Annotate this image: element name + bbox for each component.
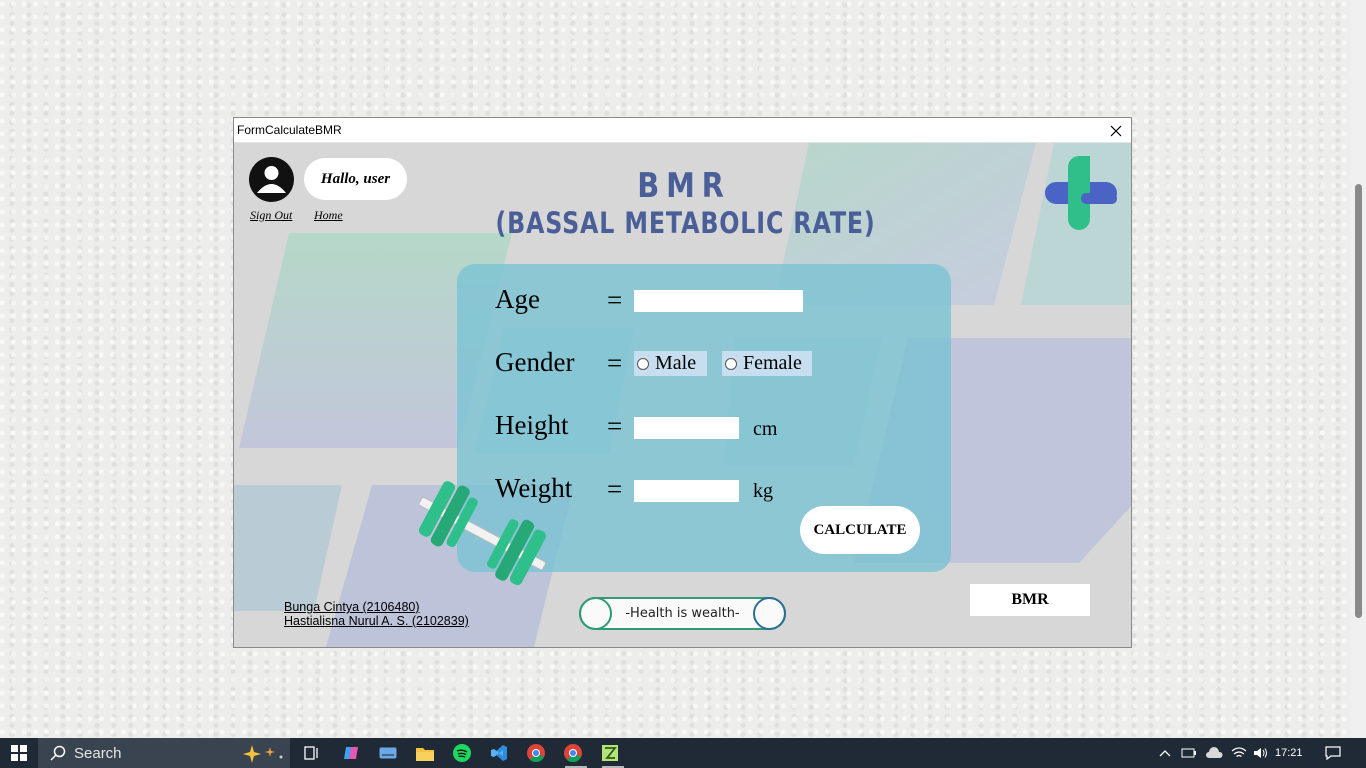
search-icon	[50, 745, 66, 761]
page-title: BMR	[637, 166, 731, 206]
sparkle-icon	[243, 745, 283, 763]
age-label: Age	[495, 284, 540, 314]
page-scrollbar[interactable]	[1351, 0, 1366, 738]
gender-female-radio[interactable]: Female	[722, 351, 812, 376]
bmr-window: FormCalculateBMR Hallo, user Sign Out Ho…	[233, 117, 1132, 648]
start-button[interactable]	[0, 738, 38, 768]
vscode-icon[interactable]	[487, 738, 511, 768]
scrollbar-thumb[interactable]	[1355, 184, 1362, 618]
close-icon[interactable]	[1101, 118, 1131, 143]
height-equals: =	[607, 411, 623, 441]
banner-right-cap	[753, 597, 786, 630]
copilot-icon[interactable]	[339, 738, 363, 768]
chrome-icon[interactable]	[524, 738, 548, 768]
height-label: Height	[495, 410, 569, 440]
onedrive-icon[interactable]	[1204, 738, 1224, 768]
window-title: FormCalculateBMR	[237, 123, 342, 137]
age-input[interactable]	[634, 290, 803, 312]
weight-input[interactable]	[634, 480, 739, 502]
page-subtitle: (BASSAL METABOLIC RATE)	[495, 206, 876, 240]
search-label: Search	[74, 744, 122, 762]
motto-text: -Health is wealth-	[625, 606, 740, 621]
calculate-button[interactable]: CALCULATE	[800, 506, 920, 554]
bmr-button[interactable]: BMR	[970, 584, 1090, 616]
gender-female-label: Female	[743, 352, 802, 374]
wifi-icon[interactable]	[1230, 738, 1248, 768]
chevron-up-icon[interactable]	[1156, 738, 1174, 768]
gender-label: Gender	[495, 347, 575, 377]
dumbbell-icon	[418, 481, 547, 586]
gender-male-radio[interactable]: Male	[634, 351, 707, 376]
notepad-plus-icon[interactable]	[598, 738, 624, 768]
task-view-icon[interactable]	[300, 738, 324, 768]
volume-icon[interactable]	[1252, 738, 1270, 768]
gender-equals: =	[607, 348, 623, 378]
banner-left-cap	[579, 597, 612, 630]
spotify-icon[interactable]	[450, 738, 474, 768]
motto-banner: -Health is wealth-	[579, 597, 786, 630]
health-cross-logo-icon	[1045, 156, 1117, 230]
age-equals: =	[607, 285, 623, 315]
taskbar-search[interactable]: Search	[38, 738, 290, 768]
notification-icon[interactable]	[1322, 738, 1344, 768]
credits: Bunga Cintya (2106480) Hastialisna Nurul…	[284, 600, 469, 628]
sign-out-link[interactable]: Sign Out	[250, 208, 292, 223]
weight-equals: =	[607, 474, 623, 504]
keyboard-icon[interactable]	[376, 738, 400, 768]
title-bar: FormCalculateBMR	[234, 118, 1131, 143]
user-icon	[257, 166, 286, 193]
form-client-area: Hallo, user Sign Out Home BMR (BASSAL ME…	[234, 143, 1131, 647]
taskbar: Search 17:21	[0, 738, 1366, 768]
height-input[interactable]	[634, 417, 739, 439]
chrome-active-icon[interactable]	[561, 738, 587, 768]
file-explorer-icon[interactable]	[413, 738, 437, 768]
credit-line: Bunga Cintya (2106480)	[284, 600, 420, 614]
radio-circle-icon	[637, 357, 649, 370]
weight-unit: kg	[753, 480, 773, 502]
radio-circle-icon	[725, 357, 737, 370]
windows-logo-icon	[11, 745, 27, 761]
battery-icon[interactable]	[1180, 738, 1198, 768]
height-unit: cm	[753, 418, 778, 440]
credit-line: Hastialisna Nurul A. S. (2102839)	[284, 614, 469, 628]
gender-male-label: Male	[655, 352, 697, 374]
avatar	[249, 157, 294, 202]
taskbar-clock[interactable]: 17:21	[1275, 738, 1303, 768]
